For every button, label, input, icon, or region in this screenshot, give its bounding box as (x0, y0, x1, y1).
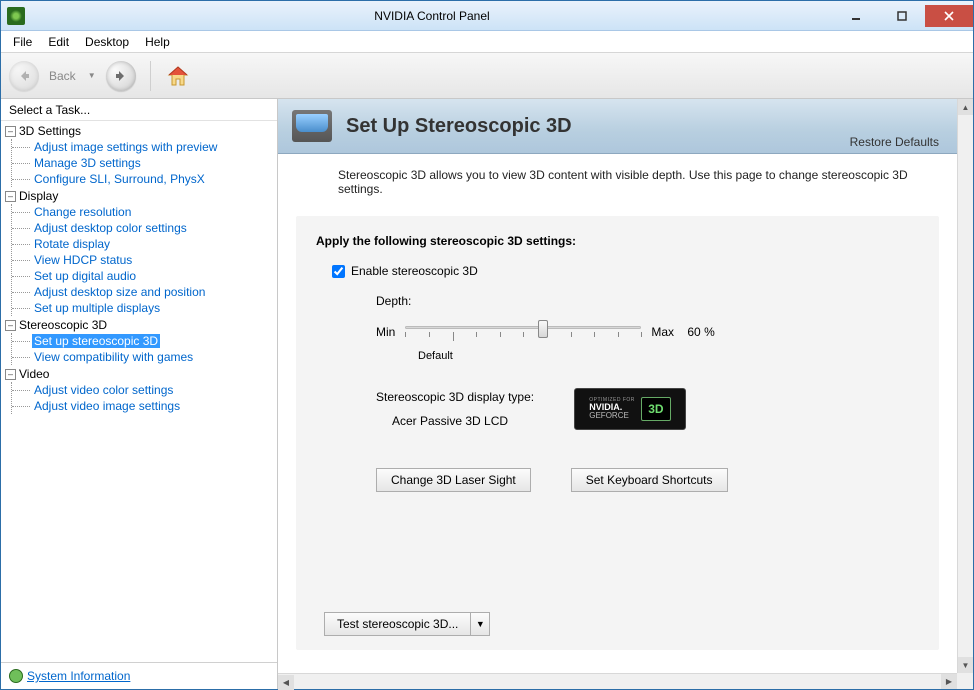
tree-item-row: Change resolution (12, 204, 273, 220)
tree-item-row: Set up digital audio (12, 268, 273, 284)
home-button[interactable] (165, 63, 191, 89)
menu-file[interactable]: File (5, 33, 40, 51)
tree-item-row: View compatibility with games (12, 349, 273, 365)
tree-expander-icon[interactable] (5, 191, 16, 202)
depth-label: Depth: (376, 294, 919, 308)
depth-max-label: Max (651, 325, 674, 339)
panel-title: Apply the following stereoscopic 3D sett… (316, 234, 919, 248)
scroll-down-button[interactable]: ▼ (958, 657, 973, 673)
depth-slider-thumb[interactable] (538, 320, 548, 338)
page-title: Set Up Stereoscopic 3D (346, 115, 572, 138)
tree-category[interactable]: Display (5, 188, 273, 204)
content-area: Set Up Stereoscopic 3D Restore Defaults … (278, 99, 973, 689)
settings-panel: Apply the following stereoscopic 3D sett… (296, 216, 939, 650)
menu-desktop[interactable]: Desktop (77, 33, 137, 51)
depth-min-label: Min (376, 325, 395, 339)
page-banner: Set Up Stereoscopic 3D Restore Defaults (278, 99, 957, 154)
depth-default-label: Default (418, 350, 919, 362)
tree-item-row: Set up multiple displays (12, 300, 273, 316)
tree-item[interactable]: Adjust desktop color settings (32, 221, 189, 235)
forward-button[interactable] (106, 61, 136, 91)
menu-help[interactable]: Help (137, 33, 178, 51)
tree-item-row: Adjust desktop size and position (12, 284, 273, 300)
tree-category-label: Display (19, 189, 58, 203)
tree-item-row: Adjust image settings with preview (12, 139, 273, 155)
display-type-label: Stereoscopic 3D display type: (376, 390, 534, 404)
display-type-value: Acer Passive 3D LCD (392, 414, 534, 428)
tree-item-row: Configure SLI, Surround, PhysX (12, 171, 273, 187)
menubar: File Edit Desktop Help (1, 31, 973, 53)
scroll-up-button[interactable]: ▲ (958, 99, 973, 115)
back-history-dropdown[interactable]: ▼ (84, 71, 100, 80)
tree-category[interactable]: Stereoscopic 3D (5, 317, 273, 333)
tree-item[interactable]: Set up digital audio (32, 269, 138, 283)
tree-item[interactable]: Set up multiple displays (32, 301, 162, 315)
info-icon (9, 669, 23, 683)
tree-item[interactable]: Adjust desktop size and position (32, 285, 207, 299)
tree-item[interactable]: Set up stereoscopic 3D (32, 334, 160, 348)
test-stereoscopic-3d-button[interactable]: Test stereoscopic 3D... (324, 612, 470, 636)
scroll-left-button[interactable]: ◀ (278, 675, 294, 690)
toolbar: Back ▼ (1, 53, 973, 99)
restore-defaults-link[interactable]: Restore Defaults (850, 135, 939, 149)
sidebar-title: Select a Task... (1, 99, 277, 120)
window-title: NVIDIA Control Panel (31, 9, 833, 23)
scroll-corner (957, 673, 973, 689)
app-icon (7, 7, 25, 25)
toolbar-separator (150, 61, 151, 91)
tree-item[interactable]: Adjust image settings with preview (32, 140, 219, 154)
back-label: Back (49, 69, 76, 83)
set-keyboard-shortcuts-button[interactable]: Set Keyboard Shortcuts (571, 468, 728, 492)
page-icon (292, 110, 332, 142)
tree-item[interactable]: Change resolution (32, 205, 133, 219)
tree-item-row: View HDCP status (12, 252, 273, 268)
tree-expander-icon[interactable] (5, 126, 16, 137)
titlebar: NVIDIA Control Panel (1, 1, 973, 31)
tree-item[interactable]: Adjust video color settings (32, 383, 175, 397)
tree-item[interactable]: View compatibility with games (32, 350, 195, 364)
depth-value: 60 % (684, 325, 715, 339)
tree-expander-icon[interactable] (5, 369, 16, 380)
tree-item-row: Rotate display (12, 236, 273, 252)
scroll-right-button[interactable]: ▶ (941, 674, 957, 689)
sidebar: Select a Task... 3D Settings Adjust image… (1, 99, 278, 689)
tree-item-row: Set up stereoscopic 3D (12, 333, 273, 349)
tree-category-label: 3D Settings (19, 124, 81, 138)
tree-item[interactable]: Adjust video image settings (32, 399, 182, 413)
tree-item-row: Adjust video image settings (12, 398, 273, 414)
vertical-scrollbar[interactable]: ▲ ▼ (957, 99, 973, 673)
minimize-button[interactable] (833, 5, 879, 27)
tree-item[interactable]: Rotate display (32, 237, 112, 251)
system-information-link[interactable]: System Information (27, 669, 130, 683)
change-3d-laser-sight-button[interactable]: Change 3D Laser Sight (376, 468, 531, 492)
horizontal-scrollbar[interactable]: ◀ ▶ (278, 673, 957, 689)
nvidia-3d-badge: OPTIMIZED FOR NVIDIA. GEFORCE 3D (574, 388, 686, 430)
tree-item[interactable]: View HDCP status (32, 253, 134, 267)
page-description: Stereoscopic 3D allows you to view 3D co… (278, 154, 957, 208)
tree-item-row: Adjust video color settings (12, 382, 273, 398)
maximize-button[interactable] (879, 5, 925, 27)
menu-edit[interactable]: Edit (40, 33, 77, 51)
task-tree: 3D Settings Adjust image settings with pr… (1, 120, 277, 662)
tree-item-row: Manage 3D settings (12, 155, 273, 171)
enable-stereoscopic-3d-checkbox[interactable] (332, 265, 345, 278)
tree-item-row: Adjust desktop color settings (12, 220, 273, 236)
enable-stereoscopic-3d-label[interactable]: Enable stereoscopic 3D (351, 264, 478, 278)
tree-item[interactable]: Manage 3D settings (32, 156, 143, 170)
tree-category-label: Video (19, 367, 49, 381)
tree-category[interactable]: 3D Settings (5, 123, 273, 139)
back-button[interactable] (9, 61, 39, 91)
tree-expander-icon[interactable] (5, 320, 16, 331)
test-stereoscopic-3d-dropdown[interactable]: ▼ (470, 612, 490, 636)
depth-slider[interactable] (405, 318, 641, 346)
close-button[interactable] (925, 5, 973, 27)
tree-category-label: Stereoscopic 3D (19, 318, 107, 332)
tree-item[interactable]: Configure SLI, Surround, PhysX (32, 172, 207, 186)
tree-category[interactable]: Video (5, 366, 273, 382)
